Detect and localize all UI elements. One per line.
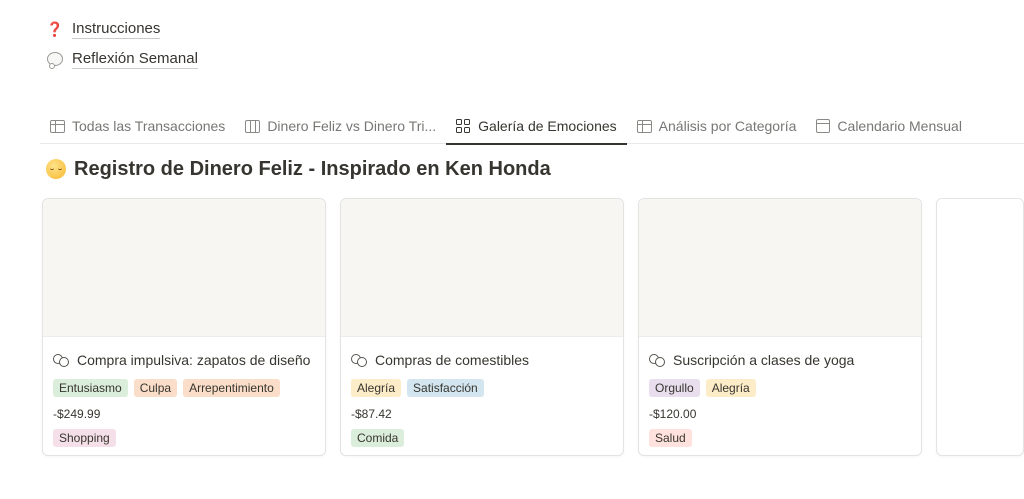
emotion-tag: Alegría [351,379,402,397]
card-cover [639,199,921,337]
emotion-tag: Alegría [705,379,756,397]
link-reflexion-semanal[interactable]: Reflexión Semanal [46,48,198,70]
card-amount: -$120.00 [649,407,697,421]
tab-label: Dinero Feliz vs Dinero Tri... [267,118,437,134]
category-tags: Comida [351,429,613,449]
emotion-tag: Entusiasmo [53,379,128,397]
emotion-tag: Orgullo [649,379,700,397]
gallery-card[interactable]: Suscripción a clases de yoga Orgullo Ale… [638,198,922,456]
tab-label: Análisis por Categoría [658,118,797,134]
emotion-tag: Culpa [133,379,178,397]
gallery-icon [456,118,471,134]
table-icon [636,119,652,133]
category-tags: Shopping [53,429,315,449]
emotion-tags: Alegría Satisfacción [351,379,613,399]
gallery-card[interactable]: Compras de comestibles Alegría Satisfacc… [340,198,624,456]
thought-bubble-icon [46,50,64,69]
category-tag: Shopping [53,429,116,447]
coins-icon [53,353,70,368]
category-tag: Salud [649,429,692,447]
database-title: Registro de Dinero Feliz - Inspirado en … [46,154,551,184]
tab-todas-transacciones[interactable]: Todas las Transacciones [40,108,235,144]
coins-icon [351,353,368,368]
tab-dinero-feliz[interactable]: Dinero Feliz vs Dinero Tri... [235,108,446,144]
calendar-icon [816,119,831,133]
coins-icon [649,353,666,368]
tab-analisis-categoria[interactable]: Análisis por Categoría [627,108,807,144]
tab-label: Galería de Emociones [478,118,617,134]
question-mark-icon: ❓ [46,20,64,37]
view-tabs: Todas las Transacciones Dinero Feliz vs … [40,108,1024,145]
link-instrucciones[interactable]: ❓ Instrucciones [46,18,161,40]
gallery-card[interactable]: Compra impulsiva: zapatos de diseño Entu… [42,198,326,456]
notion-page: ❓ Instrucciones Reflexión Semanal Todas … [0,0,1024,499]
emotion-tags: Orgullo Alegría [649,379,911,399]
card-amount: -$87.42 [351,407,392,421]
card-title: Compras de comestibles [375,352,530,368]
card-cover [43,199,325,337]
card-cover [341,199,623,337]
gallery-card-partial[interactable] [936,198,1024,456]
card-title: Suscripción a clases de yoga [673,352,855,368]
database-title-text: Registro de Dinero Feliz - Inspirado en … [74,157,551,180]
link-label: Instrucciones [72,19,161,39]
card-amount: -$249.99 [53,407,101,421]
board-icon [245,119,261,133]
tab-galeria-emociones[interactable]: Galería de Emociones [446,108,627,145]
link-label: Reflexión Semanal [72,49,198,69]
emotion-tags: Entusiasmo Culpa Arrepentimiento [53,379,315,399]
category-tag: Comida [351,429,405,447]
emotion-tag: Satisfacción [407,379,484,397]
category-tags: Salud [649,429,911,449]
tab-calendario-mensual[interactable]: Calendario Mensual [806,108,972,144]
card-cover [937,199,1023,337]
tab-label: Todas las Transacciones [72,118,226,134]
card-title: Compra impulsiva: zapatos de diseño [77,352,311,368]
relieved-face-icon [46,159,66,179]
emotion-tag: Arrepentimiento [183,379,280,397]
table-icon [50,119,65,133]
tab-label: Calendario Mensual [837,118,962,134]
